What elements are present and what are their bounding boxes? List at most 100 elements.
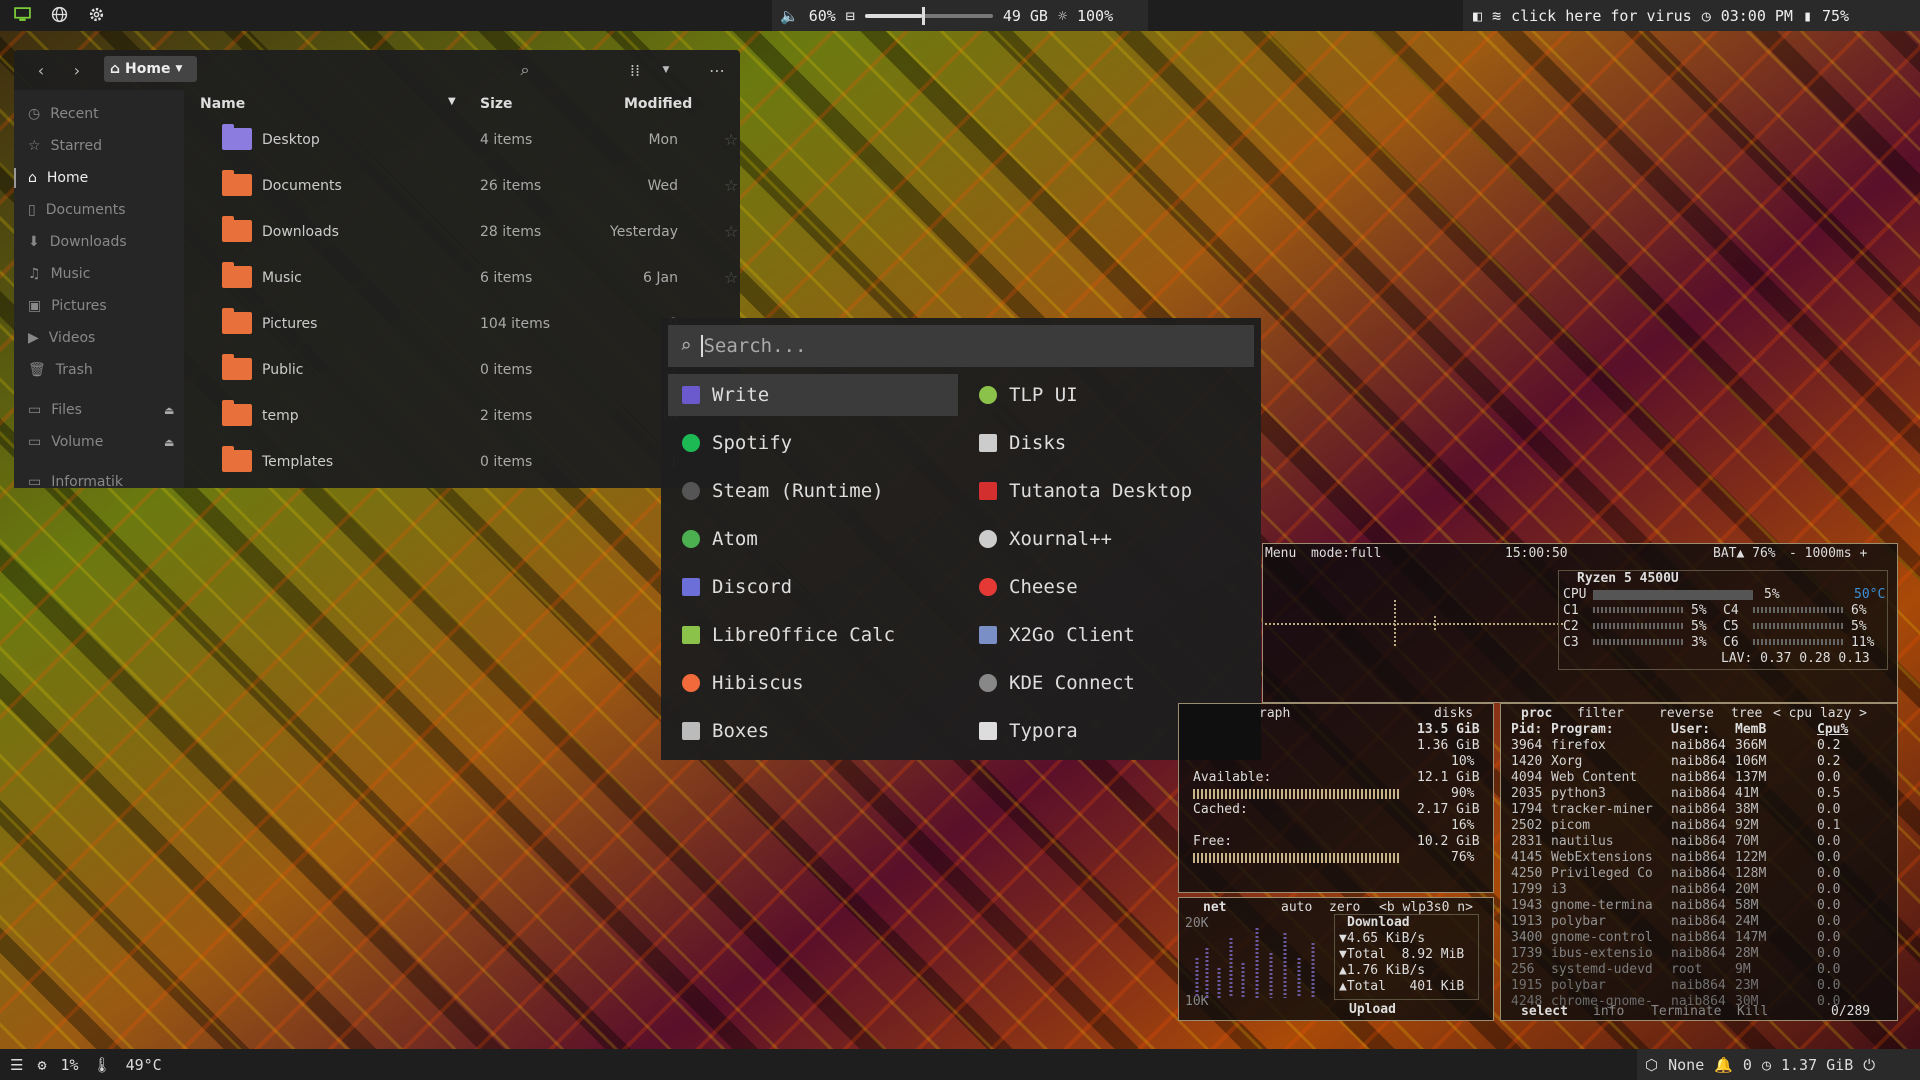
back-button[interactable]: ‹: [30, 58, 52, 82]
sidebar-item-trash[interactable]: 🗑 Trash: [14, 354, 184, 386]
menu-icon[interactable]: ☰: [10, 1056, 23, 1074]
btop-menu[interactable]: Menu: [1265, 546, 1296, 562]
app-steam-runtime-[interactable]: Steam (Runtime): [668, 470, 958, 512]
btop-refresh[interactable]: - 1000ms +: [1789, 546, 1867, 562]
sidebar-item-volume[interactable]: ▭ Volume ⏏: [14, 426, 184, 458]
column-modified[interactable]: Modified: [624, 96, 692, 112]
process-row[interactable]: 1943 gnome-termina naib864 58M 0.0: [1511, 898, 1851, 914]
process-row[interactable]: 1799 i3 naib864 20M 0.0: [1511, 882, 1851, 898]
column-name[interactable]: Name: [200, 96, 245, 112]
proc-footer-kill[interactable]: Kill: [1737, 1004, 1768, 1020]
star-icon[interactable]: ☆: [724, 176, 738, 195]
file-row[interactable]: Music 6 items 6 Jan ☆: [200, 256, 740, 302]
desktop-icon[interactable]: [14, 6, 31, 27]
search-button[interactable]: ⌕: [514, 58, 536, 82]
proc-footer-select[interactable]: select: [1521, 1004, 1568, 1020]
proc-footer-info[interactable]: info: [1593, 1004, 1624, 1020]
volume-icon[interactable]: 🔈: [780, 7, 799, 25]
disk-slider[interactable]: [864, 6, 993, 25]
app-libreoffice-calc[interactable]: LibreOffice Calc: [668, 614, 958, 656]
network-label[interactable]: click here for virus: [1511, 7, 1692, 25]
process-row[interactable]: 1794 tracker-miner naib864 38M 0.0: [1511, 802, 1851, 818]
brightness-value[interactable]: 100%: [1077, 7, 1113, 25]
bell-icon[interactable]: 🔔: [1714, 1056, 1733, 1074]
proc-filter[interactable]: filter: [1577, 706, 1624, 722]
gear-icon[interactable]: [88, 6, 105, 27]
process-row[interactable]: 2035 python3 naib864 41M 0.5: [1511, 786, 1851, 802]
process-row[interactable]: 4094 Web Content naib864 137M 0.0: [1511, 770, 1851, 786]
eject-icon[interactable]: ⏏: [164, 436, 174, 449]
view-grid-button[interactable]: ⁞⁞: [624, 58, 646, 82]
file-row[interactable]: Downloads 28 items Yesterday ☆: [200, 210, 740, 256]
sidebar-item-pictures[interactable]: ▣ Pictures: [14, 290, 184, 322]
process-row[interactable]: 4145 WebExtensions naib864 122M 0.0: [1511, 850, 1851, 866]
app-xournal-[interactable]: Xournal++: [965, 518, 1255, 560]
process-pid: 1913: [1511, 914, 1543, 929]
search-field[interactable]: ⌕ Search...: [668, 325, 1254, 367]
process-row[interactable]: 3964 firefox naib864 366M 0.2: [1511, 738, 1851, 754]
sidebar-item-recent[interactable]: ◷ Recent: [14, 98, 184, 130]
btop-mode[interactable]: mode:full: [1311, 546, 1381, 562]
vpn-status[interactable]: None: [1668, 1056, 1704, 1074]
app-spotify[interactable]: Spotify: [668, 422, 958, 464]
file-row[interactable]: Pictures104 items9: [200, 302, 740, 348]
process-row[interactable]: 1913 polybar naib864 24M 0.0: [1511, 914, 1851, 930]
app-x2go-client[interactable]: X2Go Client: [965, 614, 1255, 656]
app-write[interactable]: Write: [668, 374, 958, 416]
app-cheese[interactable]: Cheese: [965, 566, 1255, 608]
menu-button[interactable]: ⋯: [706, 58, 728, 82]
star-icon[interactable]: ☆: [724, 222, 738, 241]
star-icon[interactable]: ☆: [724, 268, 738, 287]
net-auto[interactable]: auto: [1281, 900, 1312, 916]
app-discord[interactable]: Discord: [668, 566, 958, 608]
path-bar-home[interactable]: ⌂ Home ▼: [104, 56, 197, 82]
sidebar-item-music[interactable]: ♫ Music: [14, 258, 184, 290]
power-icon[interactable]: ⏻: [1863, 1056, 1875, 1074]
process-row[interactable]: 1739 ibus-extensio naib864 28M 0.0: [1511, 946, 1851, 962]
star-icon[interactable]: ☆: [724, 130, 738, 149]
forward-button[interactable]: ›: [66, 58, 88, 82]
app-tutanota-desktop[interactable]: Tutanota Desktop: [965, 470, 1255, 512]
process-row[interactable]: 256 systemd-udevd root 9M 0.0: [1511, 962, 1851, 978]
process-row[interactable]: 4250 Privileged Co naib864 128M 0.0: [1511, 866, 1851, 882]
process-row[interactable]: 3400 gnome-control naib864 147M 0.0: [1511, 930, 1851, 946]
proc-reverse[interactable]: reverse: [1659, 706, 1714, 722]
sidebar-item-starred[interactable]: ☆ Starred: [14, 130, 184, 162]
globe-icon[interactable]: [51, 6, 68, 27]
file-row[interactable]: Public0 items1: [200, 348, 740, 394]
file-row[interactable]: Documents 26 items Wed ☆: [200, 164, 740, 210]
file-row[interactable]: temp2 items18: [200, 394, 740, 440]
view-options-button[interactable]: ▼: [656, 58, 676, 82]
file-row[interactable]: Templates0 items1: [200, 440, 740, 486]
sidebar-item-home[interactable]: ⌂ Home: [14, 162, 184, 194]
app-disks[interactable]: Disks: [965, 422, 1255, 464]
sidebar-item-downloads[interactable]: ⬇ Downloads: [14, 226, 184, 258]
volume-value[interactable]: 60%: [809, 7, 836, 25]
brightness-icon[interactable]: ☼: [1058, 7, 1067, 25]
sidebar-item-videos[interactable]: ▶ Videos: [14, 322, 184, 354]
process-row[interactable]: 2831 nautilus naib864 70M 0.0: [1511, 834, 1851, 850]
app-tlp-ui[interactable]: TLP UI: [965, 374, 1255, 416]
proc-tree[interactable]: tree: [1731, 706, 1762, 722]
sort-desc-icon[interactable]: ▼: [448, 96, 456, 107]
sidebar-item-informatik[interactable]: ▭ Informatik: [14, 466, 184, 498]
column-size[interactable]: Size: [480, 96, 513, 112]
time[interactable]: 03:00 PM: [1721, 7, 1793, 25]
proc-sort[interactable]: < cpu lazy >: [1773, 706, 1867, 722]
app-kde-connect[interactable]: KDE Connect: [965, 662, 1255, 704]
layout-icon[interactable]: ◧: [1473, 7, 1482, 25]
proc-footer-terminate[interactable]: Terminate: [1651, 1004, 1721, 1020]
eject-icon[interactable]: ⏏: [164, 404, 174, 417]
app-boxes[interactable]: Boxes: [668, 710, 958, 752]
app-atom[interactable]: Atom: [668, 518, 958, 560]
app-hibiscus[interactable]: Hibiscus: [668, 662, 958, 704]
disk-slider-knob[interactable]: [922, 6, 926, 25]
process-row[interactable]: 1915 polybar naib864 23M 0.0: [1511, 978, 1851, 994]
process-row[interactable]: 2502 picom naib864 92M 0.1: [1511, 818, 1851, 834]
proc-header-cpu[interactable]: Cpu%: [1817, 722, 1848, 737]
file-row[interactable]: Desktop 4 items Mon ☆: [200, 118, 740, 164]
sidebar-item-files[interactable]: ▭ Files ⏏: [14, 394, 184, 426]
wifi-icon[interactable]: ≋: [1492, 7, 1501, 25]
sidebar-item-documents[interactable]: ▯ Documents: [14, 194, 184, 226]
process-row[interactable]: 1420 Xorg naib864 106M 0.2: [1511, 754, 1851, 770]
